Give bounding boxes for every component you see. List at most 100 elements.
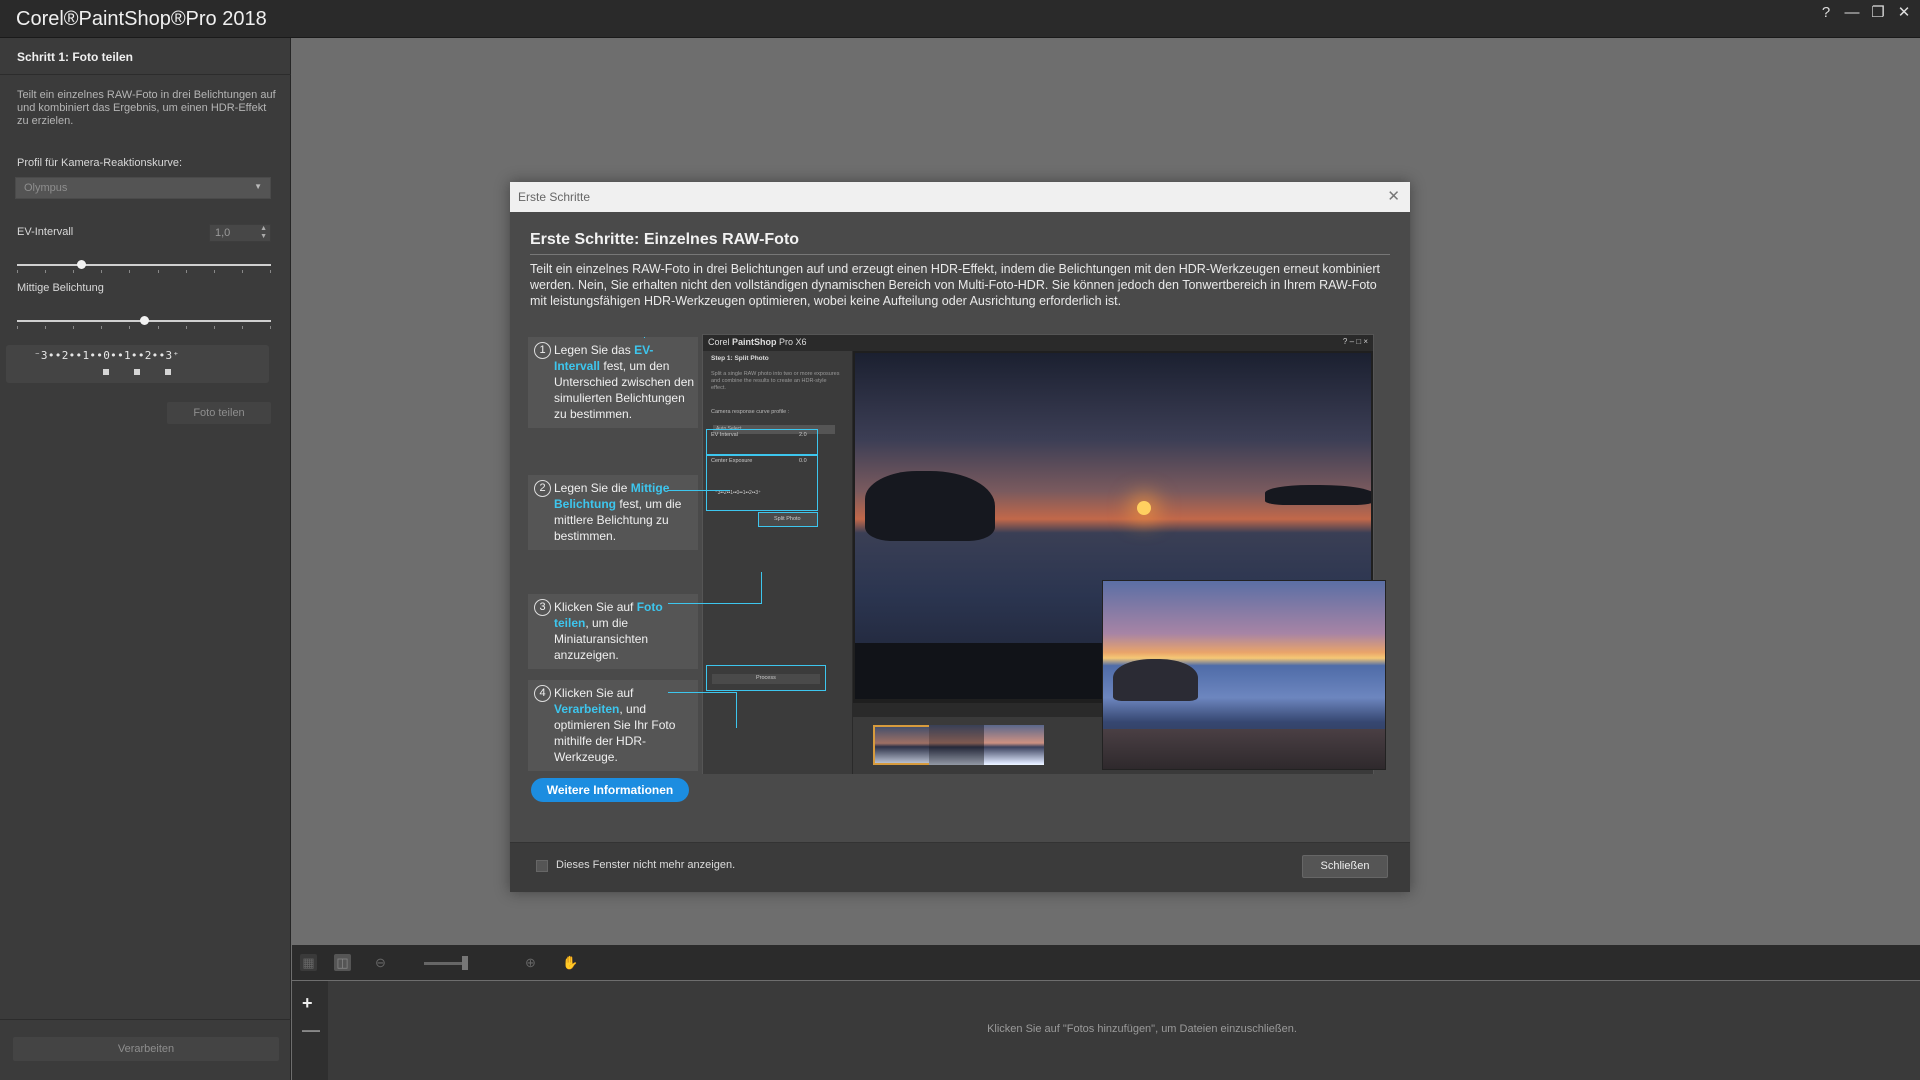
close-button[interactable]: Schließen — [1302, 855, 1388, 878]
ev-interval-slider[interactable] — [17, 258, 271, 273]
slider-thumb[interactable] — [140, 316, 149, 325]
exposure-marker — [165, 369, 171, 375]
hdr-left-panel: Schritt 1: Foto teilen Teilt ein einzeln… — [0, 38, 291, 1080]
step-1: 1 Legen Sie das EV-Intervall fest, um de… — [528, 337, 698, 428]
mini-app-title: Corel PaintShop Pro X6 — [708, 337, 807, 347]
mini-ev-interval-box: EV Interval 2.0 — [706, 429, 818, 455]
add-photos-icon[interactable]: + — [302, 993, 313, 1014]
slider-ticks — [17, 270, 271, 273]
exposure-marker — [103, 369, 109, 375]
mini-process-box: Process — [706, 665, 826, 691]
panel-description: Teilt ein einzelnes RAW-Foto in drei Bel… — [17, 89, 276, 127]
rock-silhouette — [865, 471, 995, 541]
minimize-icon[interactable]: — — [1844, 4, 1860, 22]
mini-window-buttons: ? – □ × — [1342, 337, 1368, 346]
step-3: 3 Klicken Sie auf Foto teilen, um die Mi… — [528, 594, 698, 669]
process-button[interactable]: Verarbeiten — [13, 1037, 279, 1061]
dialog-heading: Erste Schritte: Einzelnes RAW-Foto — [530, 231, 800, 248]
dialog-title-bar: Erste Schritte ✕ — [510, 182, 1410, 212]
getting-started-dialog: Erste Schritte ✕ Erste Schritte: Einzeln… — [510, 182, 1410, 892]
mini-ev-value: 2.0 — [799, 432, 807, 438]
mini-step-title: Step 1: Split Photo — [711, 355, 769, 362]
divider — [530, 254, 1390, 255]
step-text: Legen Sie das — [554, 343, 635, 357]
step-text: Legen Sie die — [554, 481, 631, 495]
connector-line — [668, 692, 736, 693]
split-view-icon[interactable]: ◫ — [334, 954, 351, 971]
mini-title-bar: Corel PaintShop Pro X6 ? – □ × — [703, 335, 1373, 351]
mini-description: Split a single RAW photo into two or mor… — [711, 371, 840, 391]
dialog-close-icon[interactable]: ✕ — [1387, 187, 1400, 205]
step-number: 4 — [534, 685, 551, 702]
more-information-button[interactable]: Weitere Informationen — [531, 778, 689, 802]
step-number: 1 — [534, 342, 551, 359]
profile-label: Profil für Kamera-Reaktionskurve: — [17, 157, 183, 169]
thumb-side-bar: + — — [292, 981, 328, 1080]
exposure-marker — [134, 369, 140, 375]
zoom-in-icon[interactable]: ⊕ — [522, 954, 539, 971]
center-exposure-slider[interactable] — [17, 314, 271, 329]
connector-line — [644, 337, 645, 338]
step-number: 2 — [534, 480, 551, 497]
split-photo-button[interactable]: Foto teilen — [167, 402, 271, 424]
restore-icon[interactable]: ❐ — [1870, 4, 1886, 22]
mini-process-label: Process — [756, 675, 776, 681]
camera-profile-select[interactable]: Olympus ▼ — [15, 177, 271, 199]
connector-line — [668, 603, 762, 604]
rock — [1113, 659, 1198, 701]
ev-interval-spinner[interactable]: 1,0 ▲ ▼ — [209, 224, 271, 242]
zoom-slider[interactable] — [424, 956, 468, 970]
title-bar: Corel®PaintShop®Pro 2018 ? — ❐ ✕ — [0, 0, 1920, 38]
slider-thumb[interactable] — [76, 260, 86, 269]
zoom-out-icon[interactable]: ⊖ — [372, 954, 389, 971]
sun — [1137, 501, 1151, 515]
connector-line — [761, 572, 762, 603]
pan-hand-icon[interactable]: ✋ — [562, 954, 579, 971]
dialog-footer: Dieses Fenster nicht mehr anzeigen. Schl… — [510, 842, 1410, 892]
step-2: 2 Legen Sie die Mittige Belichtung fest,… — [528, 475, 698, 550]
rock-silhouette — [1265, 485, 1371, 505]
mini-curve-label: Camera response curve profile : — [711, 409, 790, 415]
dont-show-checkbox[interactable] — [536, 860, 548, 872]
mini-center-label: Center Exposure — [711, 458, 753, 464]
zoom-slider-knob[interactable] — [462, 956, 468, 970]
mini-title-suffix: Pro X6 — [776, 337, 807, 347]
spinner-arrows-icon[interactable]: ▲ ▼ — [260, 225, 267, 241]
thumbnail-strip: + — Klicken Sie auf "Fotos hinzufügen", … — [292, 981, 1920, 1080]
mini-title-bold: PaintShop — [732, 337, 777, 347]
mini-ev-label: EV Interval — [711, 432, 738, 438]
close-icon[interactable]: ✕ — [1896, 4, 1912, 22]
single-view-icon[interactable]: ▦ — [300, 954, 317, 971]
mini-title-text: Corel — [708, 337, 733, 347]
remove-photos-icon[interactable]: — — [302, 1020, 320, 1041]
help-icon[interactable]: ? — [1818, 4, 1834, 22]
window-controls: ? — ❐ ✕ — [1818, 4, 1912, 22]
dont-show-label: Dieses Fenster nicht mehr anzeigen. — [556, 859, 736, 871]
step-highlight: Verarbeiten — [554, 702, 620, 716]
dialog-intro: Teilt ein einzelnes RAW-Foto in drei Bel… — [530, 262, 1380, 308]
exposure-scale-text: ⁻3••2••1••0••1••2••3⁺ — [34, 349, 180, 362]
slider-track — [17, 264, 271, 266]
mini-split-label: Split Photo — [774, 516, 801, 522]
view-toolbar: ▦ ◫ ⊖ ⊕ ✋ — [292, 945, 1920, 980]
shore — [1103, 729, 1385, 769]
mini-center-exposure-box: Center Exposure 0.0 ⁻3••2••1••0••1••2••3… — [706, 455, 818, 511]
hdr-result-image — [1102, 580, 1386, 770]
step-4: 4 Klicken Sie auf Verarbeiten, und optim… — [528, 680, 698, 771]
center-exposure-label: Mittige Belichtung — [17, 282, 104, 294]
mini-left-panel: Step 1: Split Photo Split a single RAW p… — [703, 351, 853, 774]
exposure-scale: ⁻3••2••1••0••1••2••3⁺ — [6, 345, 269, 383]
mini-thumb-selected — [873, 725, 933, 765]
mini-process-button: Process — [712, 674, 820, 684]
panel-title: Schritt 1: Foto teilen — [17, 50, 134, 64]
app-title: Corel®PaintShop®Pro 2018 — [16, 8, 267, 30]
step-number: 3 — [534, 599, 551, 616]
slider-ticks — [17, 326, 271, 329]
mini-split-button: Split Photo — [758, 512, 818, 527]
mini-thumb — [929, 725, 989, 765]
ev-interval-label: EV-Intervall — [17, 226, 74, 238]
divider — [0, 74, 291, 75]
step-text: Klicken Sie auf — [554, 600, 637, 614]
step-text: Klicken Sie auf — [554, 686, 634, 700]
camera-profile-value: Olympus — [24, 182, 68, 194]
